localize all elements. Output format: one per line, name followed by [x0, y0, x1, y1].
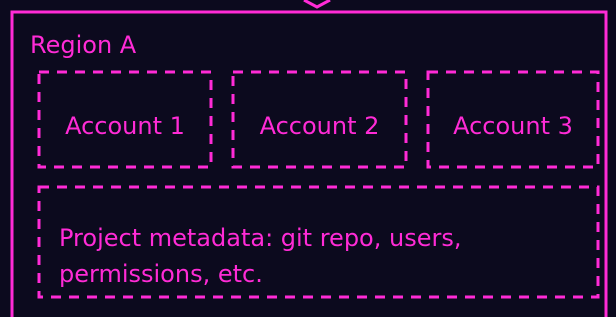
project-metadata-line-2: permissions, etc. [59, 260, 263, 288]
account-1-label: Account 1 [65, 112, 185, 140]
account-2-label: Account 2 [259, 112, 380, 140]
incoming-arrow-icon [303, 0, 331, 9]
project-metadata-line-1: Project metadata: git repo, users, [59, 224, 462, 252]
account-3-label: Account 3 [453, 112, 573, 140]
region-title: Region A [30, 31, 137, 59]
project-metadata-text: Project metadata: git repo, users, permi… [59, 220, 529, 292]
diagram-canvas: Region A Account 1 Account 2 Account 3 P… [0, 0, 616, 317]
